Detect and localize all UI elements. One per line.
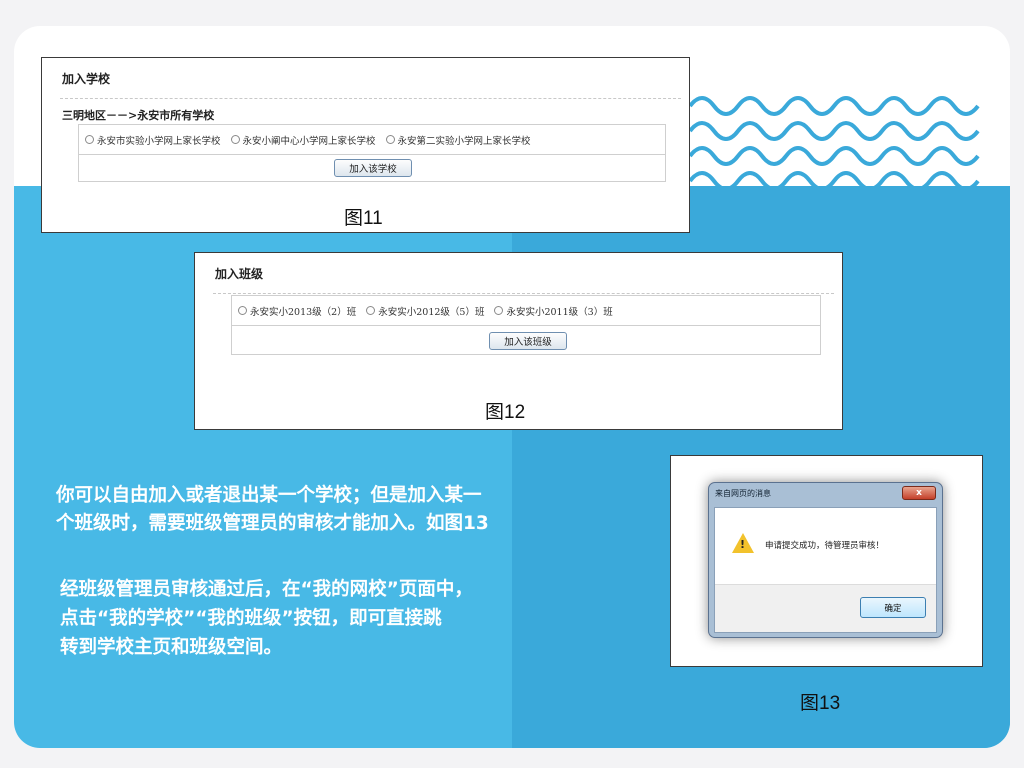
close-icon[interactable]: x	[902, 486, 936, 500]
radio-icon[interactable]	[385, 135, 395, 144]
fig12-screenshot: 加入班级 永安实小2013级（2）班 永安实小2012级（5）班 永安实小201…	[194, 252, 843, 430]
radio-icon[interactable]	[85, 135, 94, 144]
ok-button[interactable]: 确定	[860, 597, 926, 618]
fig13-caption: 图13	[800, 693, 841, 714]
fig11-option[interactable]: 永安市实验小学网上家长学校	[85, 133, 221, 147]
fig13-screenshot: 来自网页的消息 x ! 申请提交成功，待管理员审核！ 确定	[670, 455, 983, 667]
radio-icon[interactable]	[494, 306, 504, 315]
dialog-title: 来自网页的消息	[715, 489, 771, 498]
dialog-footer: 确定	[715, 584, 936, 632]
fig11-option[interactable]: 永安小阐中心小学网上家长学校	[230, 133, 376, 147]
fig11-divider	[60, 98, 681, 99]
fig12-option[interactable]: 永安实小2012级（5）班	[366, 304, 484, 318]
fig11-option[interactable]: 永安第二实验小学网上家长学校	[385, 133, 531, 147]
fig12-divider	[213, 293, 834, 294]
fig12-option[interactable]: 永安实小2011级（3）班	[494, 304, 613, 318]
join-school-button[interactable]: 加入该学校	[334, 159, 412, 177]
wave-line	[690, 121, 980, 141]
fig11-option-row: 永安市实验小学网上家长学校 永安小阐中心小学网上家长学校 永安第二实验小学网上家…	[79, 125, 665, 155]
fig11-breadcrumb: 三明地区－－>永安市所有学校	[62, 109, 215, 122]
intro-paragraph: 你可以自由加入或者退出某一个学校；但是加入某一 个班级时，需要班级管理员的审核才…	[56, 485, 489, 534]
dialog-body: ! 申请提交成功，待管理员审核！ 确定	[714, 507, 937, 633]
dialog-message: 申请提交成功，待管理员审核！	[765, 541, 885, 551]
fig11-title: 加入学校	[62, 72, 111, 86]
message-dialog: 来自网页的消息 x ! 申请提交成功，待管理员审核！ 确定	[708, 482, 943, 638]
fig11-caption: 图11	[344, 208, 383, 229]
fig11-screenshot: 加入学校 三明地区－－>永安市所有学校 永安市实验小学网上家长学校 永安小阐中心…	[41, 57, 690, 233]
fig12-option[interactable]: 永安实小2013级（2）班	[238, 304, 356, 318]
wave-line	[690, 146, 980, 166]
join-class-button[interactable]: 加入该班级	[489, 332, 567, 350]
radio-icon[interactable]	[238, 306, 247, 315]
wave-line	[690, 96, 980, 116]
fig12-option-box: 永安实小2013级（2）班 永安实小2012级（5）班 永安实小2011级（3）…	[231, 295, 821, 355]
radio-icon[interactable]	[366, 306, 376, 315]
wave-decoration	[690, 96, 980, 186]
fig12-title: 加入班级	[215, 267, 264, 281]
fig12-option-row: 永安实小2013级（2）班 永安实小2012级（5）班 永安实小2011级（3）…	[232, 296, 820, 326]
fig11-option-box: 永安市实验小学网上家长学校 永安小阐中心小学网上家长学校 永安第二实验小学网上家…	[78, 124, 666, 182]
radio-icon[interactable]	[230, 135, 240, 144]
wave-line	[690, 171, 980, 186]
instruction-paragraph: 经班级管理员审核通过后，在“我的网校”页面中， 点击“我的学校”“我的班级”按钮…	[60, 579, 473, 658]
warning-icon-mark: !	[740, 538, 746, 551]
fig12-caption: 图12	[485, 402, 526, 423]
